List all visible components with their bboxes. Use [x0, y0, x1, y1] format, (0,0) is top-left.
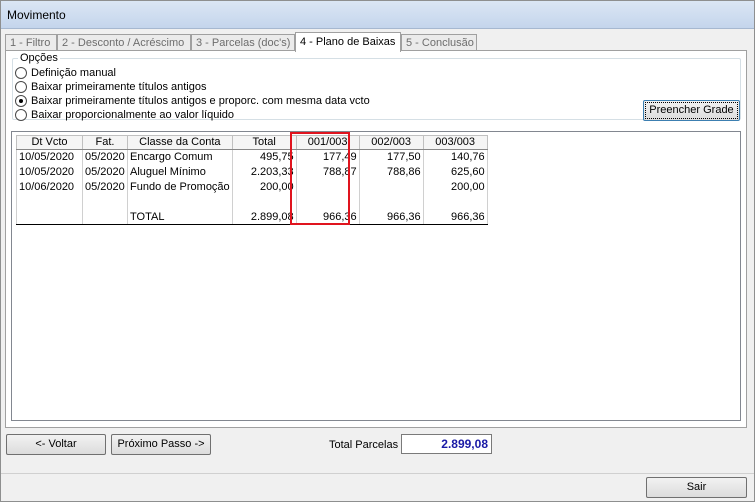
- cell-parcela-2[interactable]: [358, 194, 424, 210]
- cell-dt-vcto[interactable]: 10/06/2020: [16, 179, 83, 195]
- table-row[interactable]: 10/05/2020 05/2020 Aluguel Mínimo 2.203,…: [16, 164, 488, 180]
- cell-parcela-1[interactable]: 177,49: [295, 149, 360, 165]
- cell-dt-vcto[interactable]: [16, 209, 83, 225]
- tab-parcelas[interactable]: 3 - Parcelas (doc's): [191, 34, 295, 51]
- column-header-parcela-2[interactable]: 002/003: [358, 135, 424, 150]
- cell-dt-vcto[interactable]: 10/05/2020: [16, 164, 83, 180]
- sair-button[interactable]: Sair: [646, 477, 747, 498]
- tab-conclusao[interactable]: 5 - Conclusão: [401, 34, 477, 51]
- cell-total[interactable]: 2.203,33: [231, 164, 297, 180]
- radio-proporcional-liquido[interactable]: Baixar proporcionalmente ao valor líquid…: [15, 108, 234, 122]
- radio-titulos-antigos-proporc[interactable]: Baixar primeiramente títulos antigos e p…: [15, 94, 370, 108]
- radio-label: Baixar primeiramente títulos antigos e p…: [31, 95, 370, 107]
- radio-definicao-manual[interactable]: Definição manual: [15, 66, 116, 80]
- cell-parcela-2[interactable]: 966,36: [358, 209, 424, 225]
- cell-parcela-2[interactable]: 177,50: [358, 149, 424, 165]
- cell-fat[interactable]: 05/2020: [82, 164, 128, 180]
- column-header-fat[interactable]: Fat.: [82, 135, 128, 150]
- options-group: Opções Definição manual Baixar primeiram…: [12, 52, 741, 122]
- cell-parcela-1[interactable]: [295, 179, 360, 195]
- total-parcelas-label: Total Parcelas: [329, 439, 399, 451]
- cell-fat[interactable]: 05/2020: [82, 149, 128, 165]
- tab-plano-de-baixas[interactable]: 4 - Plano de Baixas: [295, 32, 401, 52]
- cell-total[interactable]: 495,75: [231, 149, 297, 165]
- cell-parcela-1[interactable]: 966,36: [295, 209, 360, 225]
- radio-circle-icon: [15, 81, 27, 93]
- radio-checked-icon: [15, 95, 27, 107]
- plano-baixas-grid[interactable]: Dt Vcto Fat. Classe da Conta Total 001/0…: [11, 131, 741, 421]
- cell-parcela-1[interactable]: 788,87: [295, 164, 360, 180]
- cell-dt-vcto[interactable]: [16, 194, 83, 210]
- cell-classe-conta[interactable]: Fundo de Promoção: [127, 179, 233, 195]
- proximo-passo-button[interactable]: Próximo Passo ->: [111, 434, 211, 455]
- window-title: Movimento: [7, 8, 66, 22]
- table-row[interactable]: [16, 194, 488, 210]
- cell-total[interactable]: 2.899,08: [231, 209, 297, 225]
- total-parcelas-field: 2.899,08: [401, 434, 492, 454]
- cell-total-label[interactable]: TOTAL: [127, 209, 233, 225]
- radio-titulos-antigos[interactable]: Baixar primeiramente títulos antigos: [15, 80, 206, 94]
- table-row-total[interactable]: TOTAL 2.899,08 966,36 966,36 966,36: [16, 209, 488, 225]
- cell-fat[interactable]: 05/2020: [82, 179, 128, 195]
- tab-filtro[interactable]: 1 - Filtro: [5, 34, 57, 51]
- column-header-classe-conta[interactable]: Classe da Conta: [127, 135, 233, 150]
- radio-circle-icon: [15, 109, 27, 121]
- column-header-total[interactable]: Total: [231, 135, 297, 150]
- radio-circle-icon: [15, 67, 27, 79]
- cell-fat[interactable]: [82, 209, 128, 225]
- cell-parcela-3[interactable]: [422, 194, 488, 210]
- cell-parcela-3[interactable]: 140,76: [422, 149, 488, 165]
- plano-baixas-table: Dt Vcto Fat. Classe da Conta Total 001/0…: [16, 135, 488, 225]
- column-header-parcela-1[interactable]: 001/003: [295, 135, 360, 150]
- tab-desconto-acrescimo[interactable]: 2 - Desconto / Acréscimo: [57, 34, 191, 51]
- grid-header-row: Dt Vcto Fat. Classe da Conta Total 001/0…: [16, 135, 488, 150]
- cell-parcela-2[interactable]: 788,86: [358, 164, 424, 180]
- options-legend: Opções: [18, 52, 60, 64]
- cell-parcela-1[interactable]: [295, 194, 360, 210]
- cell-parcela-3[interactable]: 966,36: [422, 209, 488, 225]
- cell-total[interactable]: [231, 194, 297, 210]
- main-window: Movimento 1 - Filtro 2 - Desconto / Acré…: [0, 0, 755, 502]
- cell-classe-conta[interactable]: Aluguel Mínimo: [127, 164, 233, 180]
- table-row[interactable]: 10/06/2020 05/2020 Fundo de Promoção 200…: [16, 179, 488, 195]
- cell-dt-vcto[interactable]: 10/05/2020: [16, 149, 83, 165]
- voltar-button[interactable]: <- Voltar: [6, 434, 106, 455]
- preencher-grade-button[interactable]: Preencher Grade: [643, 100, 740, 121]
- cell-classe-conta[interactable]: [127, 194, 233, 210]
- title-bar[interactable]: Movimento: [1, 1, 754, 29]
- divider: [1, 473, 754, 474]
- radio-label: Baixar primeiramente títulos antigos: [31, 81, 207, 93]
- table-row[interactable]: 10/05/2020 05/2020 Encargo Comum 495,75 …: [16, 149, 488, 165]
- cell-total[interactable]: 200,00: [231, 179, 297, 195]
- radio-label: Baixar proporcionalmente ao valor líquid…: [31, 109, 235, 121]
- column-header-dt-vcto[interactable]: Dt Vcto: [16, 135, 83, 150]
- cell-fat[interactable]: [82, 194, 128, 210]
- cell-classe-conta[interactable]: Encargo Comum: [127, 149, 233, 165]
- radio-label: Definição manual: [31, 67, 116, 79]
- cell-parcela-3[interactable]: 200,00: [422, 179, 488, 195]
- cell-parcela-3[interactable]: 625,60: [422, 164, 488, 180]
- column-header-parcela-3[interactable]: 003/003: [422, 135, 488, 150]
- cell-parcela-2[interactable]: [358, 179, 424, 195]
- tab-panel-plano-de-baixas: Opções Definição manual Baixar primeiram…: [5, 50, 747, 428]
